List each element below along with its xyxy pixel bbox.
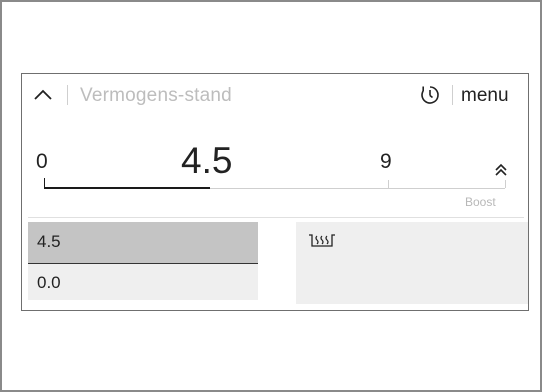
heating-zone-icon <box>309 234 335 247</box>
chevron-up-icon[interactable] <box>32 86 54 102</box>
boost-label: Boost <box>465 195 496 209</box>
slider-max-label: 9 <box>380 150 392 173</box>
power-option-list: 4.5 0.0 <box>28 222 258 302</box>
list-item[interactable]: 0.0 <box>28 264 258 302</box>
current-power-value: 4.5 <box>181 140 233 181</box>
panel-header: Vermogens-stand menu <box>22 74 528 118</box>
section-divider <box>28 217 524 218</box>
slider-min-label: 0 <box>36 150 48 173</box>
list-item-selected[interactable]: 4.5 <box>28 222 258 264</box>
slider-tick-max <box>388 180 389 188</box>
timer-icon[interactable] <box>419 84 441 106</box>
power-level-panel: Vermogens-stand menu 0 4.5 9 Boost 4.5 0… <box>21 73 529 311</box>
menu-button[interactable]: menu <box>461 85 509 107</box>
slider-tick-boost <box>505 180 506 188</box>
page-title: Vermogens-stand <box>80 85 232 106</box>
slider-track-filled[interactable] <box>44 187 210 189</box>
double-chevron-up-icon[interactable] <box>494 162 508 178</box>
heating-zone-tile[interactable] <box>296 222 528 304</box>
header-separator <box>452 85 453 105</box>
slider-track[interactable] <box>210 188 505 189</box>
header-separator <box>67 85 68 105</box>
slider-tick-min <box>44 178 45 189</box>
